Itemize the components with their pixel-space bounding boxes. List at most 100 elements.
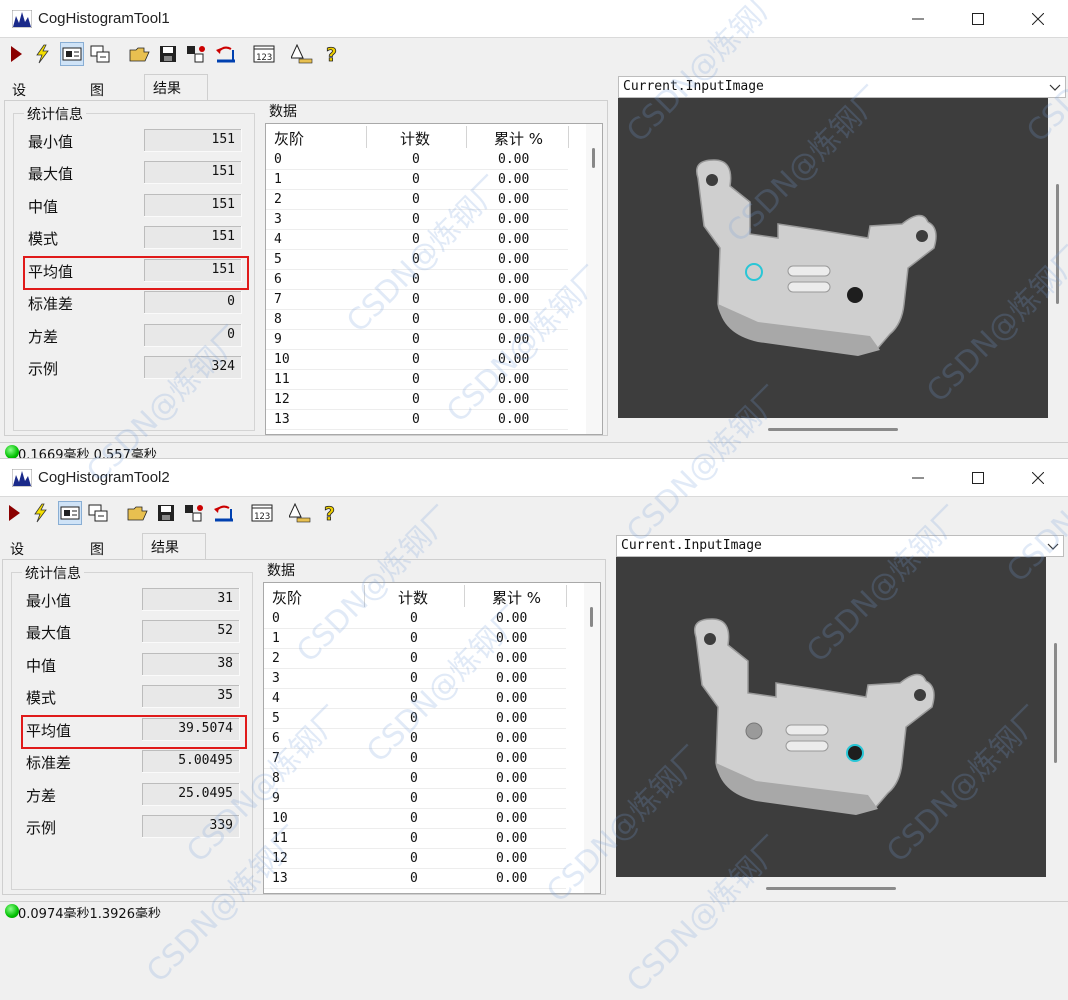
- calibration-button[interactable]: [288, 501, 312, 525]
- table-row[interactable]: 13 0 0.00: [266, 410, 568, 430]
- scrollbar-thumb[interactable]: [592, 148, 595, 168]
- table-row[interactable]: 8 0 0.00: [266, 310, 568, 330]
- table-row[interactable]: 12 0 0.00: [264, 849, 566, 869]
- title-bar[interactable]: CogHistogramTool1: [0, 0, 1068, 38]
- minimize-button[interactable]: [888, 0, 948, 38]
- table-row[interactable]: 0 0 0.00: [264, 609, 566, 629]
- image-source-select[interactable]: Current.InputImage: [616, 535, 1064, 557]
- run-button[interactable]: [2, 501, 26, 525]
- stat-value: 339: [142, 815, 240, 838]
- stat-value: 0: [144, 291, 242, 314]
- stat-value: 52: [142, 620, 240, 643]
- help-button[interactable]: ?: [318, 501, 342, 525]
- reset-button[interactable]: [182, 501, 206, 525]
- table-row[interactable]: 3 0 0.00: [266, 210, 568, 230]
- table-row[interactable]: 9 0 0.00: [264, 789, 566, 809]
- table-row[interactable]: 12 0 0.00: [266, 390, 568, 410]
- title-bar[interactable]: CogHistogramTool2: [0, 459, 1068, 497]
- count-cell: 0: [412, 172, 420, 187]
- image-vertical-scrollbar[interactable]: [1046, 557, 1064, 879]
- chevron-down-icon: [1049, 84, 1061, 91]
- maximize-button[interactable]: [948, 459, 1008, 497]
- table-row[interactable]: 8 0 0.00: [264, 769, 566, 789]
- tab-results[interactable]: 结果: [142, 533, 206, 560]
- table-row[interactable]: 11 0 0.00: [266, 370, 568, 390]
- table-row[interactable]: 1 0 0.00: [266, 170, 568, 190]
- grid-header-cumulative[interactable]: 累计 %: [492, 587, 541, 608]
- minimize-button[interactable]: [888, 459, 948, 497]
- grid-vertical-scrollbar[interactable]: [586, 124, 602, 434]
- run-button[interactable]: [4, 42, 28, 66]
- table-row[interactable]: 10 0 0.00: [266, 350, 568, 370]
- table-row[interactable]: 11 0 0.00: [264, 829, 566, 849]
- display-123-button[interactable]: 123: [250, 501, 274, 525]
- tab-settings-region[interactable]: 设置/区域: [2, 537, 37, 618]
- close-button[interactable]: [1008, 459, 1068, 497]
- scrollbar-thumb[interactable]: [1054, 643, 1057, 763]
- grid-header-gray[interactable]: 灰阶: [272, 587, 302, 608]
- table-row[interactable]: 4 0 0.00: [264, 689, 566, 709]
- reset-ref-button[interactable]: [212, 501, 236, 525]
- show-record-button[interactable]: [58, 501, 82, 525]
- gray-level-cell: 8: [274, 312, 282, 327]
- tab-graphics[interactable]: 图形: [82, 78, 112, 119]
- stat-label: 标准差: [28, 295, 74, 313]
- open-button[interactable]: [126, 501, 150, 525]
- table-row[interactable]: 1 0 0.00: [264, 629, 566, 649]
- tab-settings-region[interactable]: 设置/区域: [4, 78, 39, 159]
- table-row[interactable]: 0 0 0.00: [266, 150, 568, 170]
- table-row[interactable]: 2 0 0.00: [266, 190, 568, 210]
- table-row[interactable]: 6 0 0.00: [264, 729, 566, 749]
- grid-header-count[interactable]: 计数: [398, 587, 428, 608]
- table-row[interactable]: 2 0 0.00: [264, 649, 566, 669]
- image-vertical-scrollbar[interactable]: [1048, 98, 1066, 420]
- grid-header-gray[interactable]: 灰阶: [274, 128, 304, 149]
- table-row[interactable]: 7 0 0.00: [264, 749, 566, 769]
- table-row[interactable]: 5 0 0.00: [264, 709, 566, 729]
- table-row[interactable]: 3 0 0.00: [264, 669, 566, 689]
- save-button[interactable]: [154, 501, 178, 525]
- cumulative-cell: 0.00: [496, 691, 528, 706]
- grid-vertical-scrollbar[interactable]: [584, 583, 600, 893]
- image-display[interactable]: [616, 557, 1046, 877]
- reset-button[interactable]: [184, 42, 208, 66]
- image-horizontal-scrollbar[interactable]: [618, 420, 1048, 436]
- calibration-button[interactable]: [290, 42, 314, 66]
- stat-row-stddev: 标准差 5.00495: [22, 749, 248, 775]
- histogram-data-grid[interactable]: 灰阶 计数 累计 % 0 0 0.00 1 0 0.00 2 0 0.00 3 0 0.00 4 0 0.0…: [265, 123, 603, 435]
- electric-run-button[interactable]: [28, 501, 52, 525]
- scrollbar-thumb[interactable]: [768, 428, 898, 431]
- electric-run-button[interactable]: [30, 42, 54, 66]
- image-display[interactable]: [618, 98, 1048, 418]
- table-row[interactable]: 5 0 0.00: [266, 250, 568, 270]
- scrollbar-thumb[interactable]: [590, 607, 593, 627]
- table-row[interactable]: 9 0 0.00: [266, 330, 568, 350]
- save-button[interactable]: [156, 42, 180, 66]
- tab-results[interactable]: 结果: [144, 74, 208, 101]
- display-123-button[interactable]: 123: [252, 42, 276, 66]
- table-row[interactable]: 4 0 0.00: [266, 230, 568, 250]
- histogram-data-grid[interactable]: 灰阶 计数 累计 % 0 0 0.00 1 0 0.00 2 0 0.00 3 0 0.00 4 0 0.0…: [263, 582, 601, 894]
- grid-header-cumulative[interactable]: 累计 %: [494, 128, 543, 149]
- table-row[interactable]: 13 0 0.00: [264, 869, 566, 889]
- scrollbar-thumb[interactable]: [1056, 184, 1059, 304]
- show-record-button[interactable]: [60, 42, 84, 66]
- floating-window-button[interactable]: [88, 42, 112, 66]
- scrollbar-thumb[interactable]: [766, 887, 896, 890]
- stat-label: 方差: [28, 328, 59, 346]
- grid-header-count[interactable]: 计数: [400, 128, 430, 149]
- image-horizontal-scrollbar[interactable]: [616, 879, 1046, 895]
- help-button[interactable]: ?: [320, 42, 344, 66]
- open-button[interactable]: [128, 42, 152, 66]
- table-row[interactable]: 10 0 0.00: [264, 809, 566, 829]
- statistics-group-title: 统计信息: [22, 563, 84, 583]
- close-button[interactable]: [1008, 0, 1068, 38]
- tab-graphics[interactable]: 图形: [82, 537, 112, 578]
- table-row[interactable]: 7 0 0.00: [266, 290, 568, 310]
- image-source-select[interactable]: Current.InputImage: [618, 76, 1066, 98]
- floating-window-button[interactable]: [86, 501, 110, 525]
- table-row[interactable]: 6 0 0.00: [266, 270, 568, 290]
- reset-ref-button[interactable]: [214, 42, 238, 66]
- gray-level-cell: 12: [274, 392, 290, 407]
- maximize-button[interactable]: [948, 0, 1008, 38]
